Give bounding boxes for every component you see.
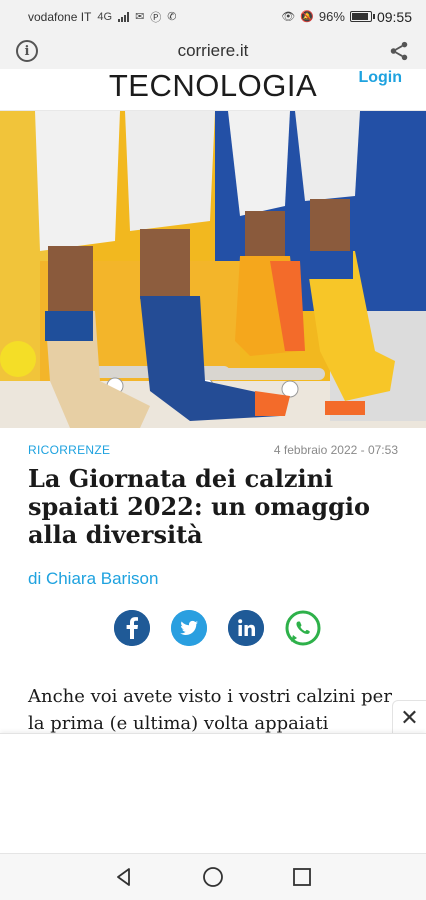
article-body: Anche voi avete visto i vostri calzini p… — [28, 686, 392, 734]
share-icon[interactable] — [388, 40, 410, 62]
close-ad-button[interactable]: ✕ — [392, 700, 426, 734]
status-right: 👁 🔕 96% 09:55 — [281, 9, 412, 25]
linkedin-icon[interactable] — [228, 610, 264, 646]
mute-icon: 🔕 — [300, 11, 314, 23]
twitter-icon[interactable] — [171, 610, 207, 646]
status-left: vodafone IT 4G ✉ Ⓟ ✆ — [28, 9, 177, 25]
hero-image — [0, 111, 426, 428]
carrier-label: vodafone IT — [28, 9, 92, 24]
info-icon[interactable]: i — [16, 40, 38, 62]
home-icon[interactable] — [200, 864, 226, 890]
category-link[interactable]: RICORRENZE — [28, 443, 110, 457]
publish-date: 4 febbraio 2022 - 07:53 — [273, 443, 398, 457]
url-text[interactable]: corriere.it — [178, 41, 249, 61]
login-link[interactable]: Login — [358, 69, 402, 87]
network-type-label: 4G — [97, 10, 113, 23]
whatsapp-notification-icon: ✆ — [167, 11, 177, 23]
eye-icon: 👁 — [281, 11, 296, 23]
recents-icon[interactable] — [289, 864, 315, 890]
pinterest-icon: Ⓟ — [150, 11, 162, 24]
gmail-icon: ✉ — [135, 11, 145, 23]
status-bar: vodafone IT 4G ✉ Ⓟ ✆ 👁 🔕 96% 09:55 — [0, 0, 426, 33]
ad-overlay[interactable] — [0, 733, 426, 853]
article-meta: RICORRENZE 4 febbraio 2022 - 07:53 — [28, 443, 398, 457]
battery-fill — [351, 13, 369, 20]
whatsapp-icon[interactable] — [285, 610, 321, 646]
article-title: La Giornata dei calzini spaiati 2022: un… — [28, 464, 370, 549]
back-icon[interactable] — [111, 864, 137, 890]
clock: 09:55 — [376, 8, 412, 25]
facebook-icon[interactable] — [114, 610, 150, 646]
site-header: TECNOLOGIA Login — [0, 69, 426, 111]
system-nav-bar — [0, 853, 426, 900]
battery-icon — [349, 11, 375, 22]
author-link[interactable]: di Chiara Barison — [28, 569, 158, 589]
close-icon: ✕ — [400, 704, 419, 730]
browser-url-bar: i corriere.it — [0, 33, 426, 69]
share-buttons — [114, 610, 321, 646]
battery-percent: 96% — [318, 9, 345, 24]
hero-photo — [0, 111, 426, 428]
signal-icon — [118, 11, 130, 22]
